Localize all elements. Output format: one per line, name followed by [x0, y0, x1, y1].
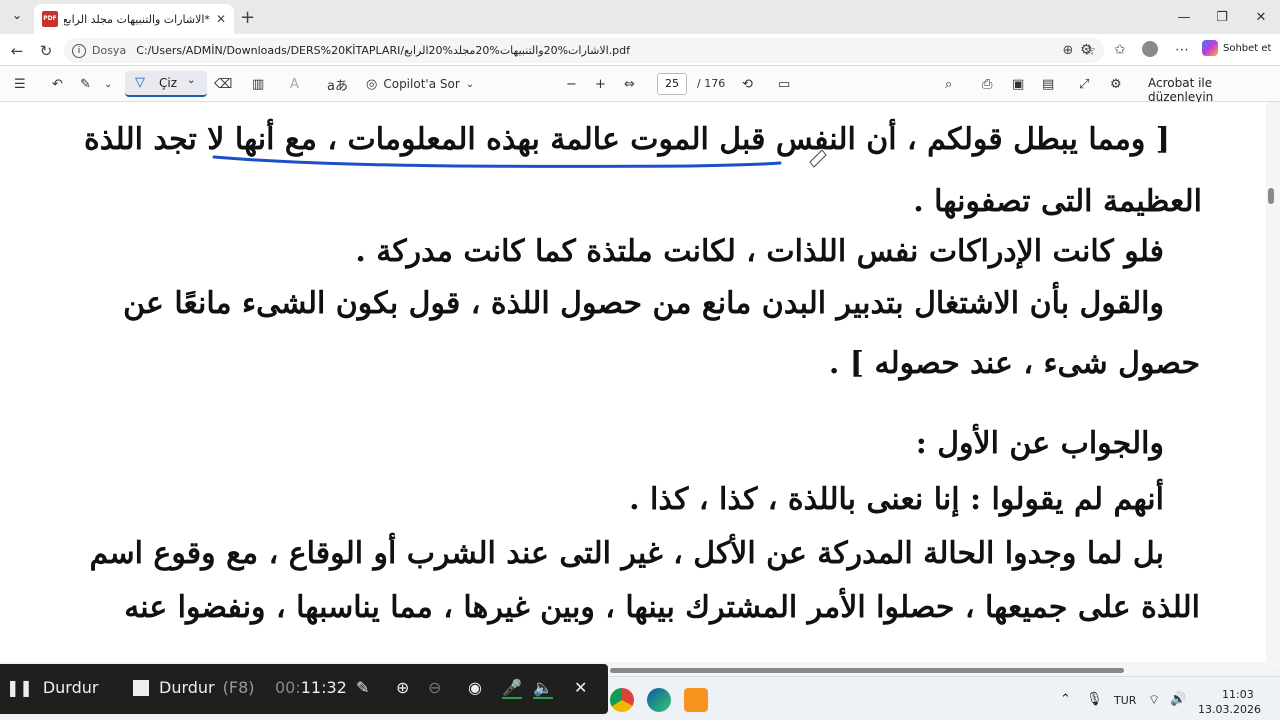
info-icon[interactable]: i	[72, 43, 86, 58]
highlight-icon[interactable]: ✎	[80, 74, 91, 94]
copilot-label: Sohbet et	[1223, 42, 1272, 54]
acrobat-edit-link[interactable]: Acrobat ile düzenleyin	[1148, 76, 1280, 104]
text-icon: A	[290, 76, 299, 92]
stop-label: Durdur	[159, 678, 215, 697]
text-line: والجواب عن الأول :	[915, 426, 1164, 461]
language-indicator[interactable]: TUR	[1114, 694, 1136, 707]
zoom-out-icon[interactable]: −	[566, 74, 577, 94]
wifi-icon[interactable]: ⌔	[1148, 692, 1160, 708]
draw-label: Çiz	[159, 76, 178, 90]
back-button[interactable]: ←	[6, 40, 28, 62]
recording-timer: 00: 11:32	[275, 678, 347, 697]
copilot-ask-label: Copilot'a Sor	[383, 77, 460, 91]
clock-time[interactable]: 11:03	[1222, 688, 1254, 701]
read-aloud-icon[interactable]: aあ	[327, 74, 348, 94]
zoom-icon[interactable]: ⊕	[1063, 43, 1074, 58]
tab-title: *الاشارات والتنبيهات مجلد الرابع.pdf	[64, 12, 210, 26]
text-line: فلو كانت الإدراكات نفس اللذات ، لكانت مل…	[355, 234, 1164, 269]
pause-icon: ❚❚	[6, 678, 33, 697]
zoom-in-icon[interactable]: +	[595, 74, 606, 94]
text-line: والقول بأن الاشتغال بتدبير البدن مانع من…	[123, 286, 1164, 321]
address-field[interactable]: i Dosya C:/Users/ADMİN/Downloads/DERS%20…	[64, 38, 1104, 63]
speaker-icon[interactable]: 🔈	[533, 678, 553, 699]
page-view-icon[interactable]: ▥	[252, 74, 264, 94]
url-text: C:/Users/ADMİN/Downloads/DERS%20KİTAPLAR…	[136, 44, 631, 57]
vertical-scrollbar[interactable]	[1266, 102, 1280, 668]
horizontal-scroll-thumb[interactable]	[610, 668, 1124, 673]
screen-recorder-bar: ❚❚ Durdur Durdur (F8) 00: 11:32 ✎ ⊕ ⊖ ◉ …	[0, 664, 608, 714]
clock-date[interactable]: 13.03.2026	[1198, 703, 1261, 716]
magnify-icon[interactable]: ⊕	[396, 678, 409, 697]
contents-icon[interactable]: ☰	[14, 74, 26, 94]
two-page-icon[interactable]: ▭	[778, 74, 790, 94]
tab-bar: ⌄ PDF *الاشارات والتنبيهات مجلد الرابع.p…	[0, 0, 1280, 34]
volume-icon[interactable]: 🔊	[1170, 692, 1186, 707]
pause-label: Durdur	[42, 678, 99, 697]
close-recorder-icon[interactable]: ✕	[574, 678, 587, 697]
fit-page-icon[interactable]: ⇔	[624, 74, 635, 94]
page-number-input[interactable]: 25	[657, 73, 687, 95]
save-as-icon[interactable]: ▤	[1042, 74, 1054, 94]
close-tab-icon[interactable]: ✕	[216, 12, 226, 26]
stop-button[interactable]: Durdur (F8)	[133, 678, 255, 697]
text-line: بل لما وجدوا الحالة المدركة عن الأكل ، غ…	[89, 536, 1164, 571]
undo-icon[interactable]: ↶	[52, 74, 63, 94]
copilot-chat-button[interactable]: Sohbet et	[1202, 40, 1271, 56]
favorites-icon[interactable]: ✩	[1114, 42, 1126, 58]
profile-avatar[interactable]	[1142, 41, 1158, 57]
new-tab-button[interactable]: +	[240, 7, 255, 28]
pdf-file-icon: PDF	[42, 11, 58, 27]
rotate-icon[interactable]: ⟲	[742, 74, 753, 94]
vertical-scroll-thumb[interactable]	[1268, 188, 1274, 204]
recorder-app-icon[interactable]	[684, 688, 708, 712]
text-line: أنهم لم يقولوا : إنا نعنى باللذة ، كذا ،…	[629, 482, 1164, 517]
stop-shortcut: (F8)	[222, 678, 255, 697]
highlight-dropdown-icon[interactable]: ⌄	[104, 74, 112, 94]
timer-prefix: 00:	[275, 678, 301, 697]
mic-icon[interactable]: 🎤	[502, 678, 522, 699]
extensions-icon[interactable]: ⚙	[1080, 42, 1093, 58]
pdf-page: [ ومما يبطل قولكم ، أن النفس قبل الموت ع…	[0, 102, 1266, 662]
ink-annotation	[212, 149, 827, 168]
copilot-small-icon: ◎	[366, 76, 378, 92]
protocol-label: Dosya	[92, 44, 127, 57]
copilot-icon	[1202, 40, 1218, 56]
fullscreen-icon[interactable]: ⤢	[1079, 74, 1089, 94]
close-window-button[interactable]: ✕	[1238, 4, 1280, 30]
draw-dropdown-icon[interactable]: ⌄	[187, 75, 195, 86]
page-total: / 176	[697, 77, 726, 90]
pause-button[interactable]: ❚❚ Durdur	[6, 678, 98, 697]
refresh-button[interactable]: ↻	[35, 40, 57, 62]
tray-chevron-icon[interactable]: ⌃	[1060, 692, 1071, 707]
browser-tab[interactable]: PDF *الاشارات والتنبيهات مجلد الرابع.pdf…	[34, 4, 234, 34]
text-line: اللذة على جميعها ، حصلوا الأمر المشترك ب…	[124, 590, 1200, 625]
pen-icon[interactable]: ✎	[356, 678, 369, 697]
save-icon[interactable]: ▣	[1012, 74, 1024, 94]
copilot-ask-button[interactable]: ◎ Copilot'a Sor ⌄	[366, 74, 474, 94]
copilot-ask-dropdown-icon: ⌄	[465, 78, 475, 90]
draw-icon: ▽	[135, 75, 145, 90]
settings-icon[interactable]: ⚙	[1110, 74, 1122, 94]
more-icon[interactable]: ⋯	[1175, 42, 1189, 58]
microphone-icon[interactable]: 🎙	[1086, 692, 1103, 707]
webcam-icon[interactable]: ◉	[468, 678, 482, 697]
text-line: العظيمة التى تصفونها .	[913, 184, 1202, 219]
edge-icon[interactable]	[647, 688, 671, 712]
demagnify-icon[interactable]: ⊖	[428, 678, 441, 697]
draw-tool-button[interactable]: ▽ Çiz ⌄	[125, 71, 207, 97]
chrome-icon[interactable]	[610, 688, 634, 712]
text-line: حصول شىء ، عند حصوله ] .	[828, 346, 1200, 381]
timer-value: 11:32	[300, 678, 347, 697]
print-icon[interactable]: ⎙	[982, 74, 992, 94]
stop-icon	[133, 679, 149, 696]
eraser-icon[interactable]: ⌫	[214, 74, 232, 94]
search-icon[interactable]: ⌕	[945, 74, 952, 94]
tab-list-dropdown-button[interactable]: ⌄	[6, 8, 28, 28]
